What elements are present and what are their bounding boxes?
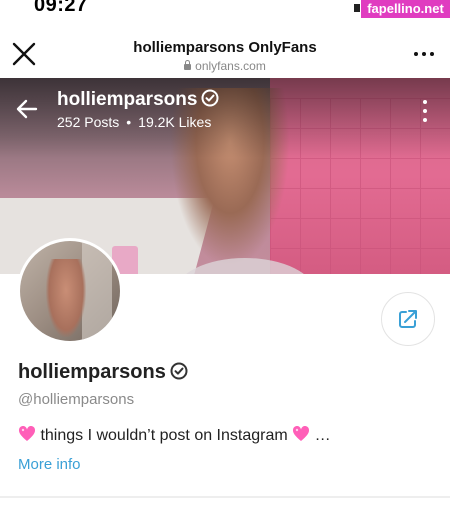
arrow-left-icon[interactable]	[14, 96, 40, 122]
heart-icon	[18, 425, 36, 442]
browser-url: onlyfans.com	[0, 59, 450, 73]
status-bar: 09:27 fapellino.net	[0, 0, 450, 22]
url-text: onlyfans.com	[195, 59, 266, 73]
share-button[interactable]	[381, 292, 435, 346]
avatar[interactable]	[17, 238, 123, 344]
signal-icon	[354, 4, 360, 12]
profile-bio: things I wouldn’t post on Instagram …	[18, 425, 331, 445]
more-vertical-icon[interactable]	[422, 100, 428, 124]
likes-count: 19.2K Likes	[138, 114, 212, 130]
verified-badge-icon	[200, 88, 220, 114]
cover-stats: 252 Posts • 19.2K Likes	[57, 114, 211, 130]
heart-icon	[292, 425, 310, 442]
browser-title: holliemparsons OnlyFans	[133, 39, 317, 56]
divider	[0, 496, 450, 498]
verified-badge-icon	[169, 361, 189, 387]
lock-icon	[184, 60, 192, 70]
more-horizontal-icon[interactable]	[412, 52, 440, 60]
status-time: 09:27	[34, 0, 88, 16]
posts-count: 252 Posts	[57, 114, 120, 130]
cover-username: holliemparsons	[57, 88, 220, 114]
browser-header: holliemparsons OnlyFans onlyfans.com	[0, 22, 450, 78]
more-info-link[interactable]: More info	[18, 456, 81, 473]
share-icon	[399, 310, 417, 328]
watermark: fapellino.net	[361, 0, 450, 18]
profile-name: holliemparsons	[18, 361, 189, 387]
profile-handle: @holliemparsons	[18, 391, 135, 408]
stats-separator: •	[126, 114, 132, 130]
